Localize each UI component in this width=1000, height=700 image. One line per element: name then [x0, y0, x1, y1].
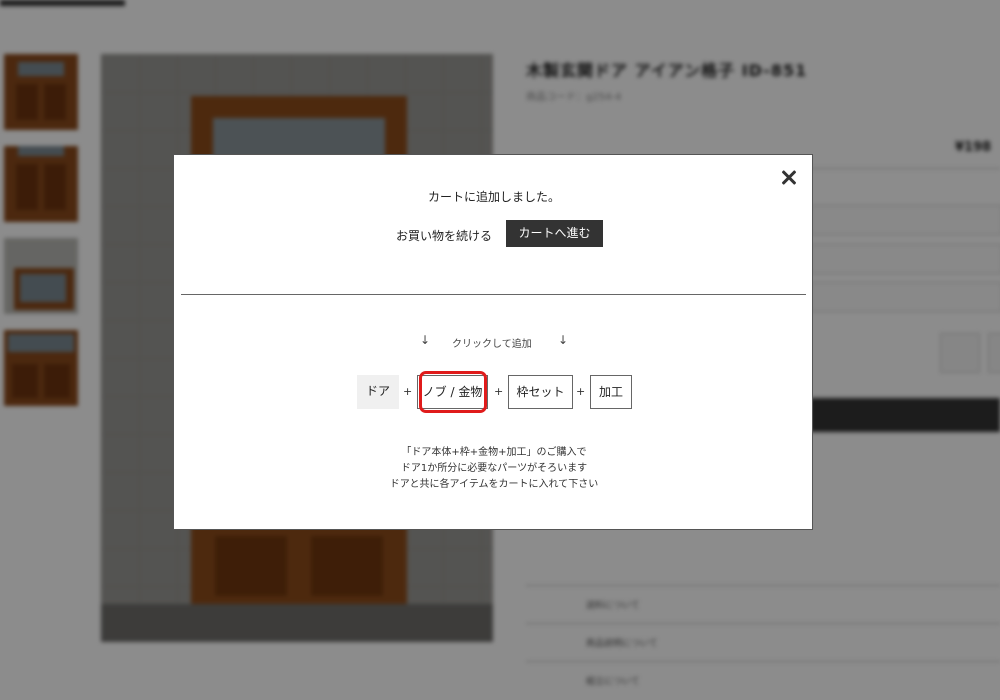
proceed-to-cart-button[interactable]: カートへ進む [506, 220, 603, 247]
part-processing-button[interactable]: 加工 [590, 375, 632, 409]
down-arrow-icon: ↓ [420, 333, 431, 347]
plus-sign: + [403, 385, 413, 398]
continue-shopping-link[interactable]: お買い物を続ける [396, 227, 492, 244]
modal-divider [181, 294, 806, 295]
plus-sign: + [576, 385, 586, 398]
click-to-add-hint: クリックして追加 [452, 339, 532, 350]
added-to-cart-modal: カートに追加しました。 お買い物を続ける カートへ進む ↓ クリックして追加 ↓… [173, 154, 813, 530]
added-message: カートに追加しました。 [427, 190, 560, 204]
note-line: 「ドア本体+枠+金物+加工」のご購入で [401, 447, 587, 458]
close-icon[interactable] [777, 165, 801, 189]
plus-sign: + [494, 385, 504, 398]
note-line: ドア1か所分に必要なパーツがそろいます [400, 463, 588, 474]
part-frame-set-button[interactable]: 枠セット [508, 375, 573, 409]
part-knob-hardware-button[interactable]: ノブ / 金物 [417, 375, 488, 409]
part-door: ドア [357, 375, 399, 409]
down-arrow-icon: ↓ [558, 333, 569, 347]
note-line: ドアと共に各アイテムをカートに入れて下さい [389, 479, 599, 490]
